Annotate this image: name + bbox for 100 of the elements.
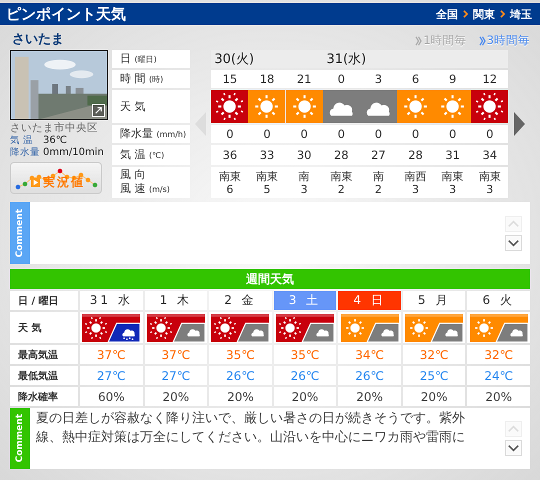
wind-speed: 2 [374,182,382,196]
day-header: 6 火 [467,291,530,310]
low-temperature: 27℃ [96,368,126,382]
hour-cell: 15 [222,72,238,86]
wind-speed: 3 [412,182,420,196]
row-label: 最高気温 [10,345,78,364]
precipitation-chance: 20% [227,390,254,404]
reading-label: 気 温 [10,135,34,147]
wind-speed: 3 [486,182,494,196]
hour-cell: 12 [482,72,498,86]
wind-direction: 南 [372,170,384,182]
next-button[interactable] [514,112,525,136]
precipitation-chance: 20% [356,390,383,404]
high-temperature: 37℃ [161,348,190,362]
low-temperature: 27℃ [161,368,190,382]
day-header: 1 木 [144,291,208,310]
section-header: 週間天気 [10,269,530,289]
precipitation-cell: 0 [338,127,345,141]
page-title: ピンポイント天気 [6,4,126,24]
precipitation-chance: 20% [162,390,190,404]
precipitation-chance: 20% [420,390,448,404]
day-header: 3 土 [274,291,336,310]
scroll-down-button[interactable] [505,234,522,250]
double-chevron-icon [478,36,486,46]
place-name: さいたま市中央区 [10,121,99,135]
hour-cell: 0 [338,72,345,86]
scroll-down-button[interactable] [505,440,522,456]
wind-speed: 5 [264,182,271,196]
day-header: 31 水 [80,291,143,310]
wind-direction: 南東 [256,170,278,182]
breadcrumb-link[interactable]: 埼玉 [510,6,532,22]
wind-speed: 3 [449,182,456,196]
comment-text: 夏の日差しが容赦なく降り注いで、厳しい暑さの日が続きそうです。紫外線、熱中症対策は万全にしてください。山沿いを中心にニワカ雨や雷雨に [36,410,465,447]
double-chevron-icon [415,36,422,46]
row-label: 天 気 [112,90,190,123]
wind-direction: 南東 [330,170,352,182]
high-temperature: 37℃ [96,348,126,362]
play-icon [31,178,40,187]
high-temperature: 32℃ [484,348,514,362]
wind-direction: 南西 [404,170,427,182]
row-label: 風 向 風 速 (m/s) [112,167,190,198]
hour-cell: 21 [296,72,312,86]
wind-direction: 南東 [442,170,464,182]
chevron-up-icon [508,220,519,228]
high-temperature: 35℃ [226,348,255,362]
hour-cell: 6 [412,72,420,86]
reading-label: 降水量 [10,147,38,159]
low-temperature: 24℃ [484,368,514,382]
breadcrumb-link[interactable]: 全国 [436,6,458,22]
high-temperature: 35℃ [290,348,320,362]
precipitation-cell: 0 [448,127,456,141]
precipitation-cell: 0 [486,127,494,141]
high-temperature: 34℃ [355,348,384,362]
temperature-cell: 27 [371,148,386,162]
hour-cell: 3 [374,72,382,86]
chevron-down-icon [508,444,519,452]
low-temperature: 26℃ [290,368,320,382]
row-label: 気 温 (℃) [112,145,190,165]
hour-cell: 18 [260,72,274,86]
row-label: 降水確率 [10,387,78,406]
day-header: 5 月 [402,291,466,310]
precipitation-cell: 0 [300,127,308,141]
precipitation-cell: 0 [226,127,234,141]
row-label: 時 間 (時) [112,70,190,88]
high-temperature: 32℃ [420,348,448,362]
breadcrumb-link[interactable]: 関東 [473,6,495,22]
precipitation-cell: 0 [263,127,271,141]
date-header: 31(水) [323,50,508,68]
row-label: 最低気温 [10,366,78,385]
location-name: さいたま [11,31,64,48]
wind-direction: 南 [298,170,310,182]
temperature-cell: 33 [260,148,274,162]
temperature-cell: 31 [445,148,460,162]
row-label: 日 (曜日) [112,50,190,68]
day-header: 4 日 [338,291,401,310]
low-temperature: 26℃ [226,368,255,382]
temperature-cell: 28 [334,148,349,162]
chevron-down-icon [508,238,519,246]
wind-direction: 南東 [478,170,501,182]
low-temperature: 26℃ [355,368,384,382]
precipitation-cell: 0 [412,127,420,141]
precipitation-chance: 60% [98,390,125,404]
low-temperature: 25℃ [420,368,448,382]
reading-value: 0mm/10min [43,147,104,159]
hour-cell: 9 [448,72,456,86]
precipitation-cell: 0 [374,127,382,141]
chevron-icon [500,10,505,18]
row-label: 日 / 曜日 [10,291,78,310]
reading-value: 36℃ [43,135,67,147]
expand-icon[interactable] [92,104,105,117]
chevron-up-icon [508,425,519,433]
chevron-icon [463,10,468,18]
date-header: 30(火) [211,50,324,68]
temperature-cell: 30 [296,148,312,162]
temperature-cell: 28 [408,148,423,162]
wind-speed: 2 [338,182,345,196]
day-header: 2 金 [209,291,272,310]
temperature-cell: 36 [222,148,238,162]
wind-direction: 南東 [218,170,241,182]
wind-speed: 3 [300,182,308,196]
